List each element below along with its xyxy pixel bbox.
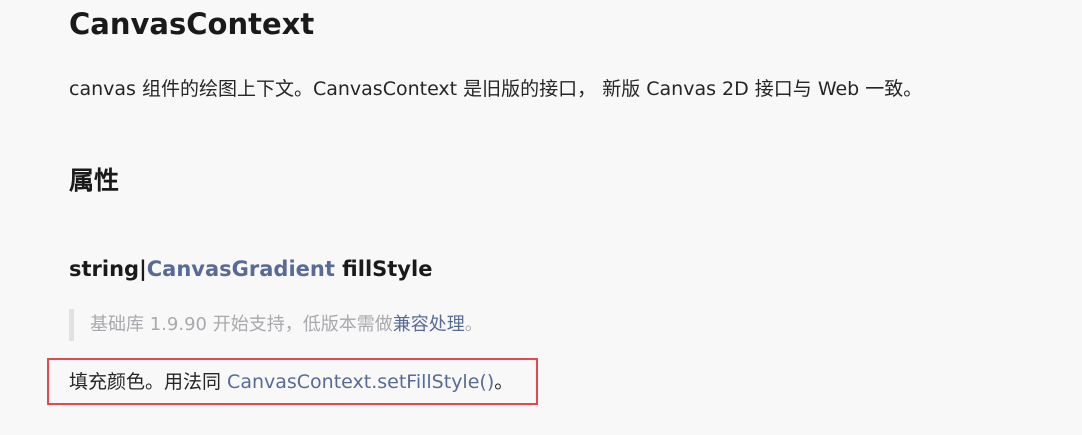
description-text: 填充颜色。用法同 bbox=[69, 371, 228, 393]
property-heading: string|CanvasGradient fillStyle bbox=[69, 253, 432, 285]
description-suffix: 。 bbox=[494, 371, 514, 393]
property-type-prefix: string| bbox=[69, 257, 147, 281]
support-notice-suffix: 。 bbox=[464, 314, 483, 335]
page-title: CanvasContext bbox=[69, 7, 315, 41]
intro-paragraph: canvas 组件的绘图上下文。CanvasContext 是旧版的接口， 新版… bbox=[69, 78, 923, 100]
set-fill-style-link[interactable]: CanvasContext.setFillStyle() bbox=[227, 371, 494, 393]
property-description: 填充颜色。用法同 CanvasContext.setFillStyle()。 bbox=[69, 366, 513, 398]
canvas-gradient-link[interactable]: CanvasGradient bbox=[147, 257, 335, 281]
compatibility-link[interactable]: 兼容处理 bbox=[393, 314, 465, 335]
support-notice-text: 基础库 1.9.90 开始支持，低版本需做 bbox=[90, 314, 393, 335]
section-heading-properties: 属性 bbox=[69, 166, 120, 195]
property-name: fillStyle bbox=[334, 257, 433, 281]
support-notice: 基础库 1.9.90 开始支持，低版本需做兼容处理。 bbox=[69, 309, 483, 341]
